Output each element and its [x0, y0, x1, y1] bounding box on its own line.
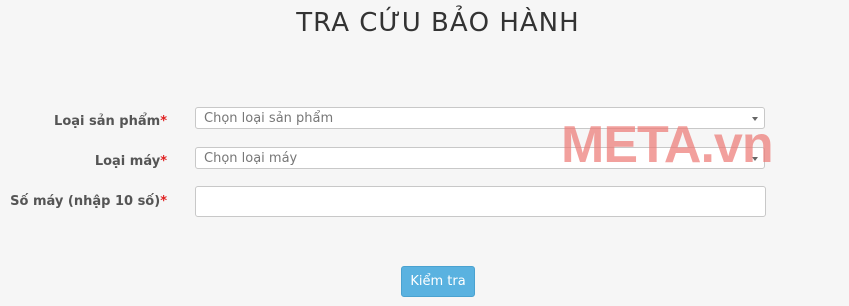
machine-type-label: Loại máy* [0, 154, 167, 169]
required-mark: * [160, 114, 167, 129]
product-type-label-text: Loại sản phẩm [54, 114, 161, 129]
required-mark: * [160, 154, 167, 169]
product-type-label: Loại sản phẩm* [0, 114, 167, 129]
required-mark: * [160, 194, 167, 209]
machine-type-select[interactable]: Chọn loại máy [195, 147, 765, 169]
chevron-down-icon [752, 157, 758, 161]
machine-type-label-text: Loại máy [94, 154, 161, 169]
product-type-select[interactable]: Chọn loại sản phẩm [195, 107, 765, 129]
serial-label: Số máy (nhập 10 số)* [0, 194, 167, 209]
check-button[interactable]: Kiểm tra [401, 266, 475, 297]
serial-input[interactable] [195, 186, 766, 217]
page-title: TRA CỨU BẢO HÀNH [296, 8, 580, 38]
product-type-placeholder: Chọn loại sản phẩm [204, 111, 334, 126]
machine-type-placeholder: Chọn loại máy [204, 151, 298, 166]
chevron-down-icon [752, 117, 758, 121]
serial-label-text: Số máy (nhập 10 số) [10, 194, 161, 209]
